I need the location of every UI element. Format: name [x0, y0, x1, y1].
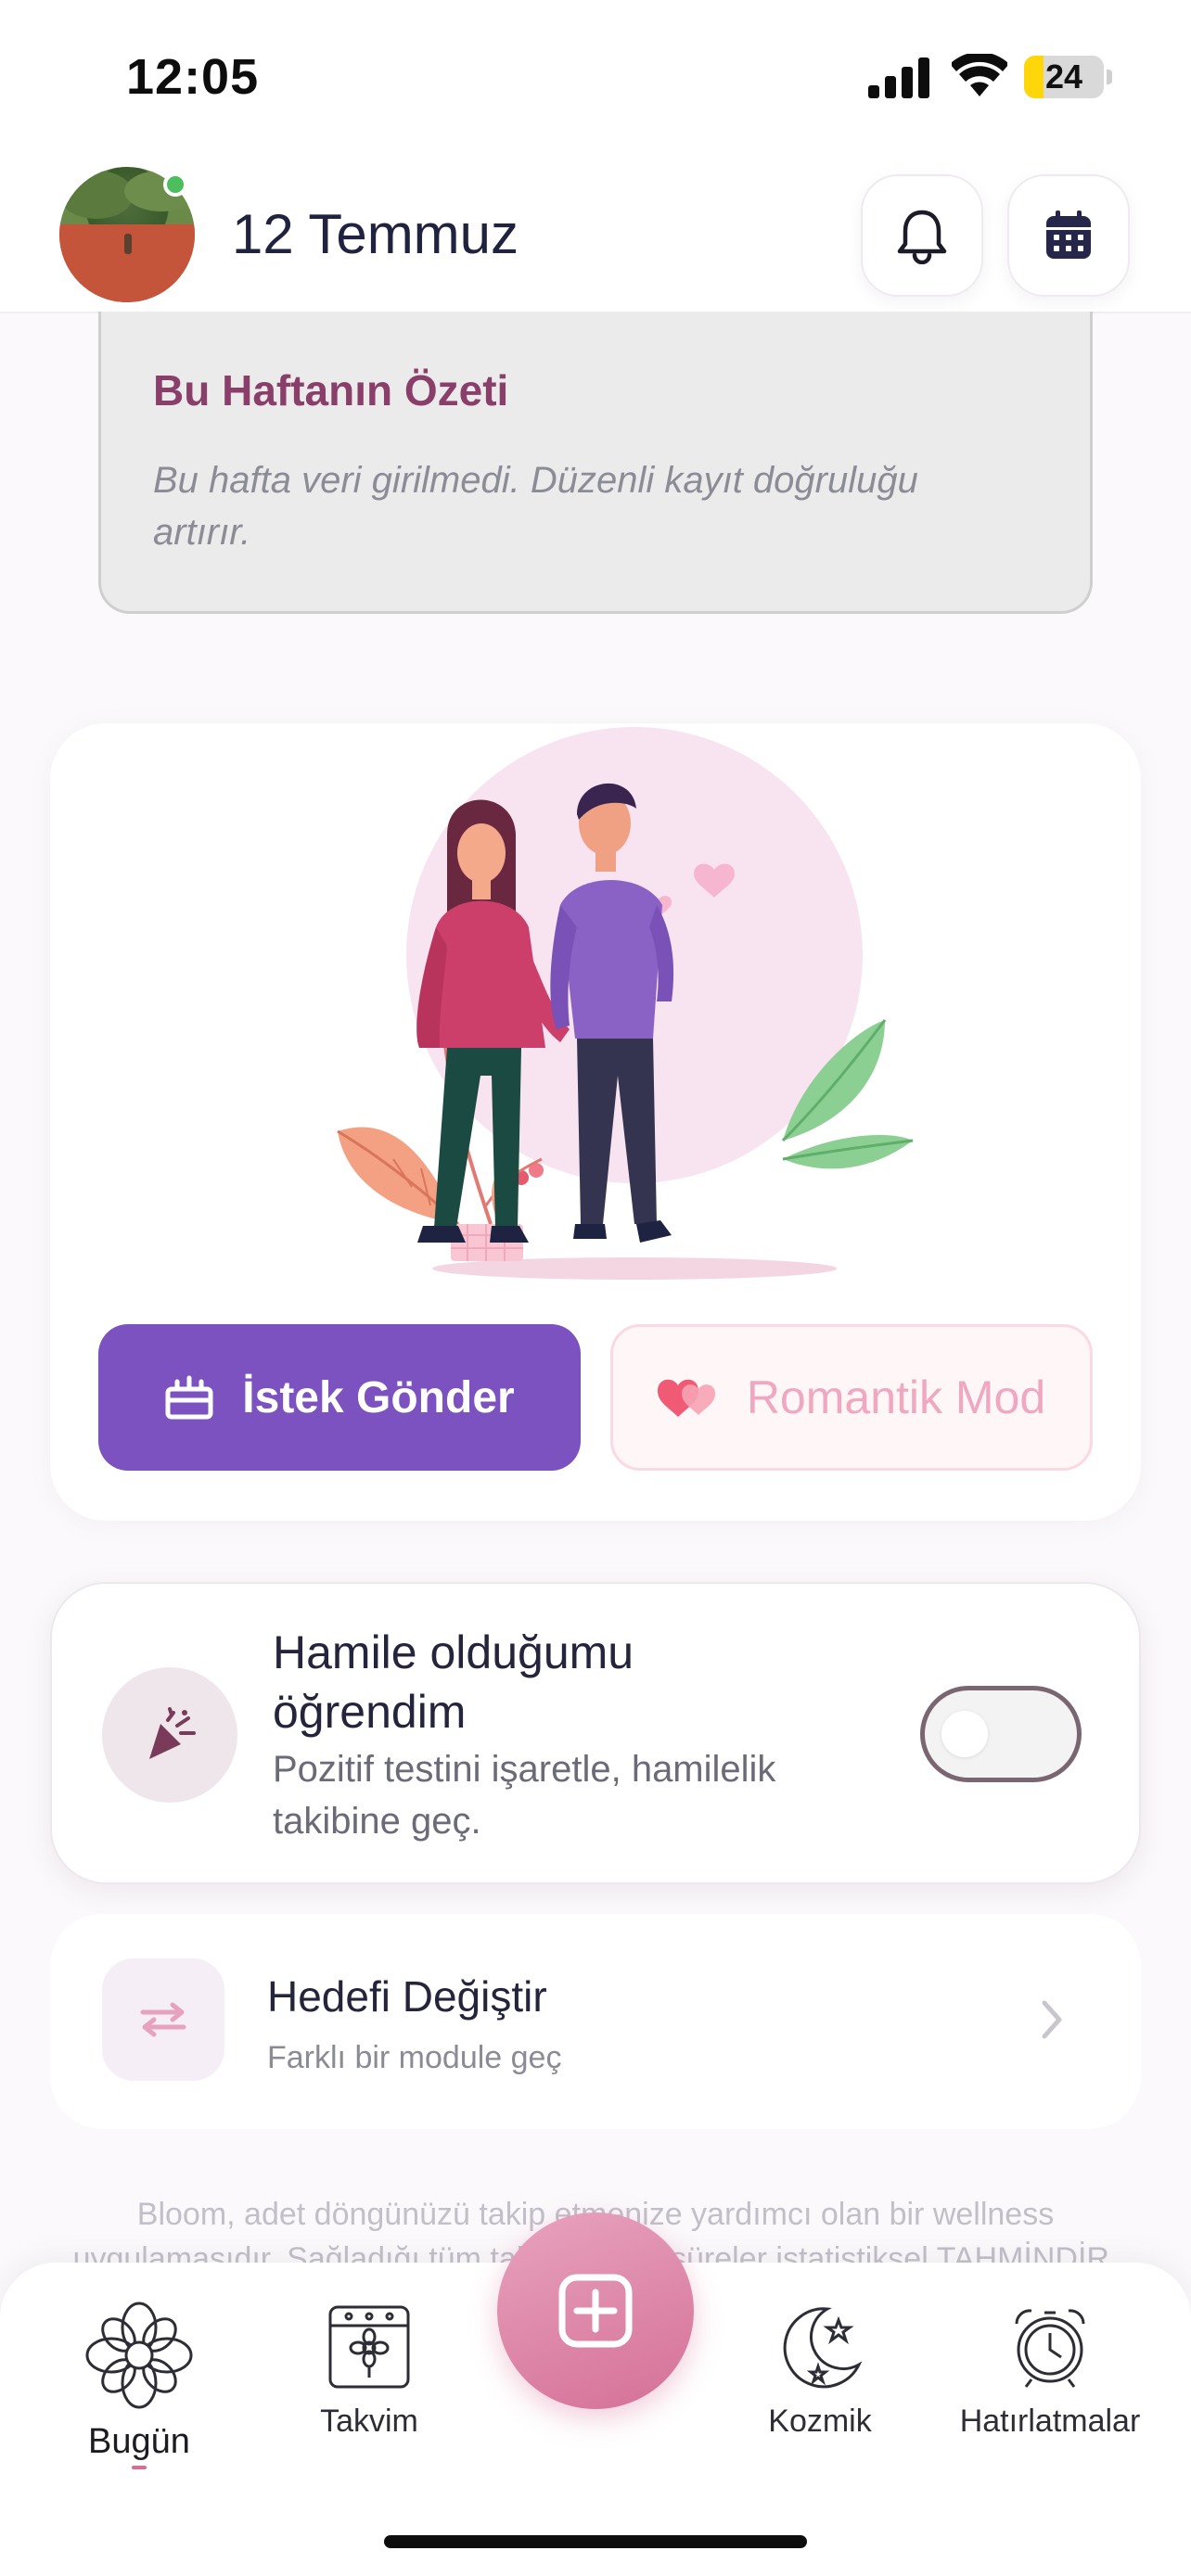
- calendar-icon: [1046, 210, 1091, 259]
- weekly-summary-card: Bu Haftanın Özeti Bu hafta veri girilmed…: [98, 312, 1093, 614]
- online-status-dot: [163, 172, 187, 197]
- tab-calendar-label: Takvim: [320, 2404, 418, 2439]
- pregnancy-card: Hamile olduğumu öğrendim Pozitif testini…: [50, 1582, 1141, 1884]
- summary-text: Bu hafta veri girilmedi. Düzenli kayıt d…: [153, 460, 918, 553]
- battery-tip: [1107, 70, 1112, 84]
- bell-icon: [897, 210, 947, 264]
- battery-percent: 24: [1044, 57, 1083, 96]
- moon-stars-icon: [783, 2307, 863, 2389]
- change-goal-subtitle: Farklı bir module geç: [267, 2040, 562, 2075]
- add-entry-button[interactable]: [497, 2213, 694, 2409]
- status-time: 12:05: [126, 49, 260, 105]
- pregnancy-toggle[interactable]: [920, 1686, 1082, 1782]
- hearts-icon: [657, 1379, 715, 1417]
- calendar-button[interactable]: [1007, 174, 1130, 297]
- party-popper-icon: [102, 1667, 237, 1803]
- wifi-icon: [952, 54, 1007, 96]
- add-square-icon: [558, 2274, 633, 2348]
- alarm-clock-icon: [1015, 2309, 1085, 2388]
- tab-reminders-label: Hatırlatmalar: [959, 2404, 1141, 2439]
- cellular-signal-icon: [868, 57, 931, 98]
- calendar-flower-icon: [328, 2305, 410, 2389]
- summary-title: Bu Haftanın Özeti: [153, 366, 509, 414]
- romantic-mode-label: Romantik Mod: [746, 1371, 1046, 1423]
- battery-icon: 24: [1024, 56, 1104, 98]
- gift-box-icon: [165, 1375, 213, 1420]
- couple-card: İstek Gönder Romantik Mod: [50, 723, 1141, 1521]
- swap-arrows-icon: [102, 1958, 224, 2081]
- send-request-button[interactable]: İstek Gönder: [98, 1324, 581, 1471]
- flower-icon: [85, 2302, 193, 2409]
- home-indicator: [384, 2535, 807, 2548]
- page-title: 12 Temmuz: [232, 203, 519, 265]
- pregnancy-title: Hamile olduğumu öğrendim: [273, 1626, 634, 1738]
- tab-cosmic[interactable]: Kozmik: [727, 2300, 913, 2440]
- tab-today[interactable]: Bugün: [46, 2300, 232, 2469]
- notifications-button[interactable]: [861, 174, 983, 297]
- status-bar: 12:05 24: [0, 0, 1191, 148]
- active-tab-indicator: [132, 2466, 147, 2469]
- send-request-label: İstek Gönder: [242, 1372, 515, 1422]
- app-header: 12 Temmuz: [0, 148, 1191, 313]
- chevron-right-icon: [1042, 2000, 1062, 2039]
- pregnancy-subtitle: Pozitif testini işaretle, hamilelik taki…: [273, 1749, 776, 1842]
- toggle-knob: [941, 1711, 988, 1757]
- change-goal-card[interactable]: Hedefi Değiştir Farklı bir module geç: [50, 1914, 1141, 2129]
- couple-illustration-icon: [337, 727, 914, 1280]
- tab-today-label: Bugün: [88, 2422, 190, 2461]
- tab-cosmic-label: Kozmik: [768, 2404, 872, 2439]
- romantic-mode-button[interactable]: Romantik Mod: [610, 1324, 1093, 1471]
- tab-reminders[interactable]: Hatırlatmalar: [957, 2300, 1143, 2440]
- change-goal-title: Hedefi Değiştir: [267, 1972, 547, 2021]
- tab-calendar[interactable]: Takvim: [276, 2300, 462, 2440]
